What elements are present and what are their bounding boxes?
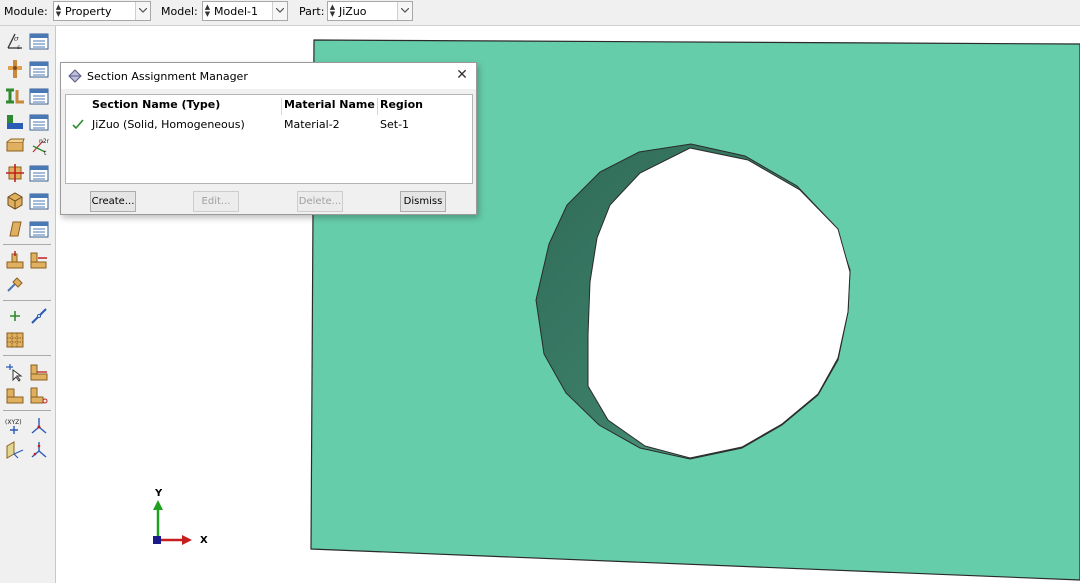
partition-icon[interactable] — [5, 330, 25, 350]
triad-x-label: X — [200, 535, 208, 546]
part-select-value: JiZuo — [339, 5, 367, 18]
spinner-icon: ▲ ▼ — [55, 3, 62, 18]
triad-y-label: Y — [155, 488, 163, 499]
dialog-title: Section Assignment Manager — [87, 70, 248, 83]
engineering-feature-2-icon[interactable] — [29, 385, 49, 405]
checkmark-icon[interactable] — [72, 117, 84, 131]
assign-normal-icon[interactable]: n2n1 t — [29, 136, 54, 157]
toolbox-separator — [3, 410, 51, 411]
model-select-value: Model-1 — [214, 5, 258, 18]
module-select[interactable]: ▲ ▼ Property — [53, 1, 151, 21]
toolbox-separator — [3, 300, 51, 301]
chevron-down-icon[interactable] — [135, 2, 150, 20]
layup-manager-icon[interactable] — [29, 191, 49, 211]
query-icon[interactable] — [5, 362, 25, 382]
assign-material-orientation-icon[interactable] — [5, 163, 25, 183]
springs-dashpots-icon[interactable] — [29, 250, 49, 270]
context-bar: Module: ▲ ▼ Property Model: ▲ ▼ Model-1 Pa… — [0, 0, 1080, 26]
module-toolbox: σε n2n1 t — [0, 26, 56, 583]
coordinate-icon[interactable]: (XYZ) — [5, 416, 25, 436]
assign-section-icon[interactable] — [5, 112, 25, 132]
row-material-name: Material-2 — [284, 118, 340, 131]
plane-icon[interactable] — [5, 440, 25, 460]
dialog-titlebar[interactable]: Section Assignment Manager ✕ — [61, 63, 476, 89]
view-triad: Y X — [144, 488, 214, 558]
orientation-manager-icon[interactable] — [29, 163, 49, 183]
row-section-name: JiZuo (Solid, Homogeneous) — [92, 118, 245, 131]
axis-system-icon[interactable] — [29, 440, 49, 460]
part-label: Part: — [299, 5, 325, 18]
column-header-section[interactable]: Section Name (Type) — [90, 98, 282, 115]
spinner-icon: ▲ ▼ — [329, 3, 336, 18]
datum-axis-icon[interactable] — [29, 306, 49, 326]
chevron-down-icon[interactable] — [397, 2, 412, 20]
datum-csys-icon[interactable] — [5, 274, 25, 294]
triad-icon[interactable] — [29, 416, 49, 436]
section-manager-icon[interactable] — [29, 59, 49, 79]
model-label: Model: — [161, 5, 198, 18]
row-region: Set-1 — [380, 118, 410, 131]
create-material-icon[interactable]: σε — [5, 31, 25, 51]
toolbox-separator — [3, 244, 51, 245]
engineering-feature-icon[interactable] — [5, 385, 25, 405]
abaqus-dialog-icon — [68, 69, 82, 83]
assign-section-manager-icon[interactable] — [29, 112, 49, 132]
create-profile-icon[interactable] — [5, 86, 25, 106]
svg-text:n2n1: n2n1 — [39, 138, 49, 145]
special-inertia-icon[interactable] — [5, 250, 25, 270]
material-manager-icon[interactable] — [29, 31, 49, 51]
skin-manager-icon[interactable] — [29, 219, 49, 239]
delete-button[interactable]: Delete... — [297, 191, 343, 212]
create-composite-layup-icon[interactable] — [5, 191, 25, 211]
skin-icon[interactable] — [5, 219, 25, 239]
assignment-table: Section Name (Type) Material Name Region… — [65, 94, 473, 184]
chevron-down-icon[interactable] — [272, 2, 287, 20]
model-select[interactable]: ▲ ▼ Model-1 — [202, 1, 288, 21]
create-button[interactable]: Create... — [90, 191, 136, 212]
svg-text:t: t — [44, 150, 47, 156]
module-label: Module: — [4, 5, 48, 18]
toolbox-separator — [3, 355, 51, 356]
dismiss-button[interactable]: Dismiss — [400, 191, 446, 212]
create-section-icon[interactable] — [5, 59, 25, 79]
column-header-material[interactable]: Material Name — [282, 98, 378, 115]
profile-manager-icon[interactable] — [29, 86, 49, 106]
section-assignment-manager-dialog: Section Assignment Manager ✕ Section Nam… — [60, 62, 477, 215]
spinner-icon: ▲ ▼ — [204, 3, 211, 18]
edit-button[interactable]: Edit... — [193, 191, 239, 212]
part-select[interactable]: ▲ ▼ JiZuo — [327, 1, 413, 21]
assign-section-2-icon[interactable] — [29, 362, 49, 382]
datum-point-icon[interactable] — [5, 306, 25, 326]
close-icon[interactable]: ✕ — [454, 67, 470, 83]
svg-text:ε: ε — [17, 44, 20, 51]
column-header-region[interactable]: Region — [378, 98, 470, 115]
svg-text:(XYZ): (XYZ) — [5, 419, 22, 426]
module-select-value: Property — [65, 5, 112, 18]
svg-text:σ: σ — [14, 35, 19, 43]
table-row[interactable]: JiZuo (Solid, Homogeneous) Material-2 Se… — [66, 116, 472, 134]
assign-beam-orientation-icon[interactable] — [5, 136, 25, 156]
